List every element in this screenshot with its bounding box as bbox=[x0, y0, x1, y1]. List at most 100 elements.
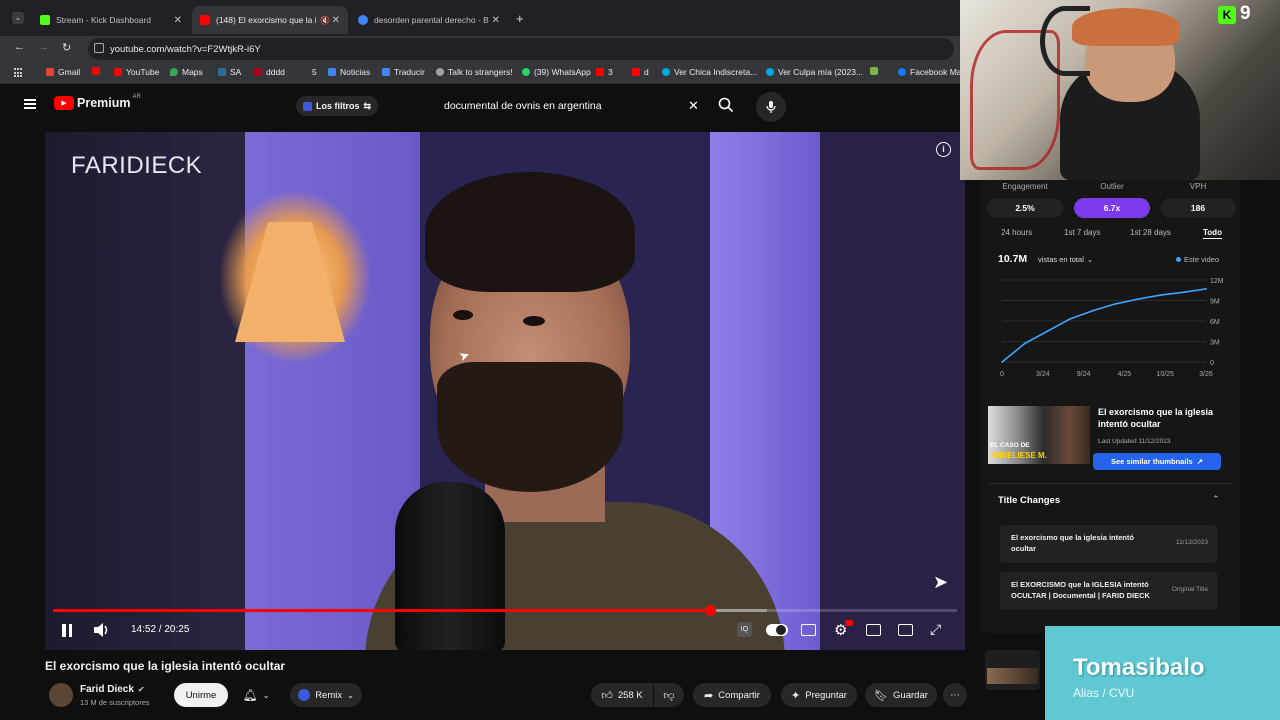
sparkle-icon: ✦ bbox=[791, 689, 801, 702]
menu-icon[interactable] bbox=[24, 99, 36, 109]
bookmark-label: 5 bbox=[312, 67, 317, 77]
close-tab-icon[interactable]: ✕ bbox=[332, 15, 340, 26]
tab-search-icon[interactable]: ⌄ bbox=[12, 12, 24, 24]
scrubber-handle[interactable] bbox=[705, 605, 717, 616]
title-change-item: El EXORCISMO que la IGLESIA intentó OCUL… bbox=[1000, 572, 1218, 610]
remix-button[interactable]: Remix ⌄ bbox=[290, 683, 362, 707]
info-icon[interactable]: i bbox=[936, 142, 951, 157]
see-similar-thumbnails-button[interactable]: See similar thumbnails ↗ bbox=[1093, 453, 1221, 470]
bookmark-youtube[interactable]: YouTube bbox=[114, 67, 159, 77]
channel-avatar[interactable] bbox=[49, 683, 73, 707]
bookmark-whatsapp[interactable]: (39) WhatsApp bbox=[522, 67, 591, 77]
bookmark-gmail[interactable]: Gmail bbox=[46, 67, 80, 77]
volume-icon[interactable] bbox=[93, 622, 111, 643]
channel-row: Farid Dieck ✔ 13 M de suscriptores Unirm… bbox=[45, 680, 975, 708]
dddd-icon bbox=[254, 68, 262, 76]
bookmark-sa[interactable]: SA bbox=[218, 67, 241, 77]
search-icon[interactable] bbox=[718, 97, 734, 113]
bookmark-chica-indiscreta[interactable]: Ver Chica Indiscreta... bbox=[662, 67, 757, 77]
miniplayer-icon[interactable] bbox=[866, 624, 881, 636]
site-info-icon[interactable] bbox=[94, 43, 104, 53]
bookmark-label: Gmail bbox=[58, 67, 81, 77]
omnibox[interactable]: youtube.com/watch?v=F2WtjkR-i6Y bbox=[88, 38, 954, 60]
bookmark-green[interactable] bbox=[870, 67, 882, 75]
bookmark-noticias[interactable]: Noticias bbox=[328, 67, 370, 77]
bookmark-culpa-mia[interactable]: Ver Culpa mía (2023... bbox=[766, 67, 863, 77]
google-favicon-icon bbox=[358, 15, 368, 25]
partial-recommendation[interactable] bbox=[985, 650, 1040, 690]
data-point bbox=[1137, 298, 1139, 301]
like-count: 258 K bbox=[617, 689, 643, 701]
bookmark-maps[interactable]: Maps bbox=[170, 67, 203, 77]
mute-tab-icon[interactable]: 🔇 bbox=[320, 16, 330, 25]
reload-icon[interactable]: ↻ bbox=[62, 41, 71, 54]
tab-kick-dashboard[interactable]: Stream - Kick Dashboard ✕ bbox=[32, 6, 190, 34]
channel-name-link[interactable]: Farid Dieck ✔ bbox=[80, 684, 145, 695]
range-24-hours[interactable]: 24 hours bbox=[1001, 228, 1032, 237]
thumbs-down-icon: 👎︎ bbox=[663, 689, 675, 702]
progress-bar[interactable] bbox=[53, 605, 957, 616]
join-button[interactable]: Unirme bbox=[174, 683, 228, 707]
bookmark-talk-to-strangers[interactable]: Talk to strangers! bbox=[436, 67, 513, 77]
bookmark-d[interactable]: d bbox=[632, 67, 649, 77]
close-tab-icon[interactable]: ✕ bbox=[174, 15, 182, 26]
back-icon[interactable]: ← bbox=[14, 41, 25, 53]
maps-icon bbox=[170, 68, 178, 76]
extension-player-icon[interactable]: IQ bbox=[737, 622, 752, 637]
collapse-icon[interactable]: ⌃ bbox=[1212, 494, 1220, 505]
autoplay-toggle[interactable] bbox=[766, 624, 788, 636]
voice-search-button[interactable] bbox=[756, 92, 786, 122]
subtitles-icon[interactable] bbox=[801, 624, 816, 636]
headset bbox=[1040, 6, 1090, 76]
range-first-28-days[interactable]: 1st 28 days bbox=[1130, 228, 1171, 237]
forward-icon[interactable]: → bbox=[38, 41, 49, 53]
close-tab-icon[interactable]: ✕ bbox=[492, 15, 500, 26]
logo-text: Premium bbox=[77, 96, 131, 110]
video-thumbnail[interactable]: EL CASO DE ANNELIESE M. bbox=[988, 406, 1090, 464]
youtube-favicon-icon bbox=[200, 15, 210, 25]
y-tick-label: 6M bbox=[1210, 319, 1220, 326]
clear-search-icon[interactable]: ✕ bbox=[688, 98, 699, 114]
views-metric-select[interactable]: vistas en total ⌄ bbox=[1038, 255, 1093, 264]
donation-subtitle: Alias / CVU bbox=[1073, 686, 1135, 700]
range-first-7-days[interactable]: 1st 7 days bbox=[1064, 228, 1100, 237]
share-button[interactable]: ➦ Compartir bbox=[693, 683, 771, 707]
bookmark-5[interactable]: 5 bbox=[312, 67, 317, 77]
bookmark-3[interactable]: 3 bbox=[596, 67, 613, 77]
filters-button[interactable]: Los filtros ⇆ bbox=[296, 96, 378, 116]
more-actions-button[interactable]: ⋯ bbox=[943, 683, 967, 707]
tab-google-search[interactable]: desorden parental derecho - B ✕ bbox=[350, 6, 508, 34]
total-views: 10.7M bbox=[998, 253, 1028, 265]
search-query: documental de ovnis en argentina bbox=[444, 100, 602, 112]
data-point bbox=[1046, 330, 1049, 333]
tab-youtube-video[interactable]: (148) El exorcismo que la ig 🔇 ✕ bbox=[192, 6, 348, 34]
bookmark-traducir[interactable]: Traducir bbox=[382, 67, 425, 77]
fullscreen-icon[interactable]: ⤢ bbox=[930, 621, 941, 638]
youtube-premium-logo[interactable]: ▶ Premium AR bbox=[54, 94, 141, 110]
save-button[interactable]: 🔖︎ Guardar bbox=[865, 683, 937, 707]
theater-mode-icon[interactable] bbox=[898, 624, 913, 636]
new-tab-icon[interactable]: + bbox=[516, 11, 524, 26]
pause-icon[interactable] bbox=[61, 624, 73, 638]
bookmark-dddd[interactable]: dddd bbox=[254, 67, 285, 77]
scene-left-wall bbox=[45, 132, 245, 650]
range-all[interactable]: Todo bbox=[1203, 228, 1222, 239]
like-button[interactable]: 👍︎ 258 K bbox=[591, 683, 653, 707]
filters-label: Los filtros bbox=[316, 101, 360, 111]
join-label: Unirme bbox=[185, 689, 217, 701]
dislike-button[interactable]: 👎︎ bbox=[654, 683, 684, 707]
thumbnail-caption-line1: EL CASO DE bbox=[990, 442, 1030, 449]
apps-grid-icon[interactable] bbox=[14, 68, 24, 78]
notifications-button[interactable]: 🔔︎ ⌄ bbox=[235, 683, 277, 707]
tab-title: (148) El exorcismo que la ig bbox=[216, 15, 316, 25]
thumbnail-caption-line2: ANNELIESE M. bbox=[990, 451, 1047, 460]
hd-badge bbox=[845, 620, 853, 626]
video-player[interactable]: FARIDIECK i ➤ ➤ bbox=[45, 132, 965, 650]
verified-icon: ✔ bbox=[137, 685, 145, 694]
search-input[interactable]: documental de ovnis en argentina bbox=[434, 93, 710, 119]
streaming-icon bbox=[766, 68, 774, 76]
bookmark-icon bbox=[870, 67, 878, 75]
ask-button[interactable]: ✦ Preguntar bbox=[781, 683, 857, 707]
views-line-chart: 0 3M 6M 9M 12M 0 3/24 9/24 4/25 10/25 3/26 bbox=[1000, 278, 1224, 378]
bookmark-youtube-icon-only[interactable] bbox=[92, 67, 104, 75]
